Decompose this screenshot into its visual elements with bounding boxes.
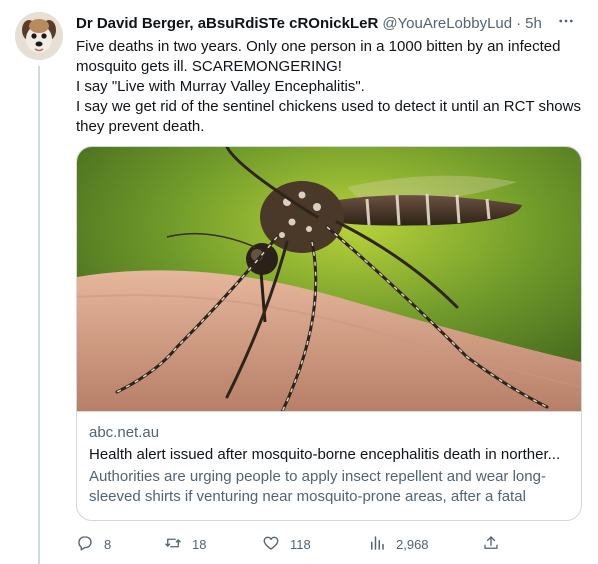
reply-bubble-icon (76, 534, 94, 555)
reply-count: 8 (104, 536, 112, 552)
card-title[interactable]: Health alert issued after mosquito-borne… (89, 445, 569, 465)
display-name[interactable]: Dr David Berger, aBsuRdiSTe cROnickLeR (76, 15, 378, 32)
reply-button[interactable]: 8 (76, 533, 111, 555)
share-upload-icon (482, 534, 500, 555)
tweet-text-line: I say we get rid of the sentinel chicken… (76, 98, 581, 115)
heart-icon (262, 534, 280, 555)
retweet-icon (164, 534, 182, 555)
card-body[interactable]: abc.net.au Health alert issued after mos… (89, 423, 569, 507)
tweet[interactable]: Dr David Berger, aBsuRdiSTe cROnickLeR @… (0, 0, 598, 564)
tweet-header: Dr David Berger, aBsuRdiSTe cROnickLeR @… (76, 13, 578, 33)
share-button[interactable] (482, 533, 500, 555)
thread-line (38, 66, 40, 564)
card-image-mosquito[interactable] (77, 147, 581, 412)
retweet-button[interactable]: 18 (164, 533, 206, 555)
like-count: 118 (290, 536, 311, 552)
retweet-count: 18 (192, 536, 207, 552)
tweet-text: Five deaths in two years. Only one perso… (76, 37, 581, 137)
separator-dot: · (516, 14, 522, 32)
link-card[interactable]: abc.net.au Health alert issued after mos… (76, 146, 582, 521)
card-domain: abc.net.au (89, 424, 160, 441)
like-button[interactable]: 118 (262, 533, 311, 555)
tweet-text-line: mosquito gets ill. SCAREMONGERING! (76, 58, 342, 75)
more-dots-icon[interactable] (554, 9, 578, 33)
tweet-text-line: they prevent death. (76, 118, 205, 135)
avatar[interactable] (15, 12, 63, 60)
timestamp[interactable]: 5h (525, 15, 542, 32)
user-handle[interactable]: @YouAreLobbyLud (382, 15, 512, 32)
tweet-text-line: Five deaths in two years. Only one perso… (76, 38, 561, 55)
views-button[interactable]: 2,968 (368, 533, 429, 555)
analytics-bars-icon (368, 534, 386, 555)
card-description: Authorities are urging people to apply i… (89, 468, 546, 505)
tweet-actions: 8 18 118 2,968 (76, 533, 506, 555)
views-count: 2,968 (396, 536, 429, 552)
tweet-text-line: I say "Live with Murray Valley Encephali… (76, 78, 365, 95)
